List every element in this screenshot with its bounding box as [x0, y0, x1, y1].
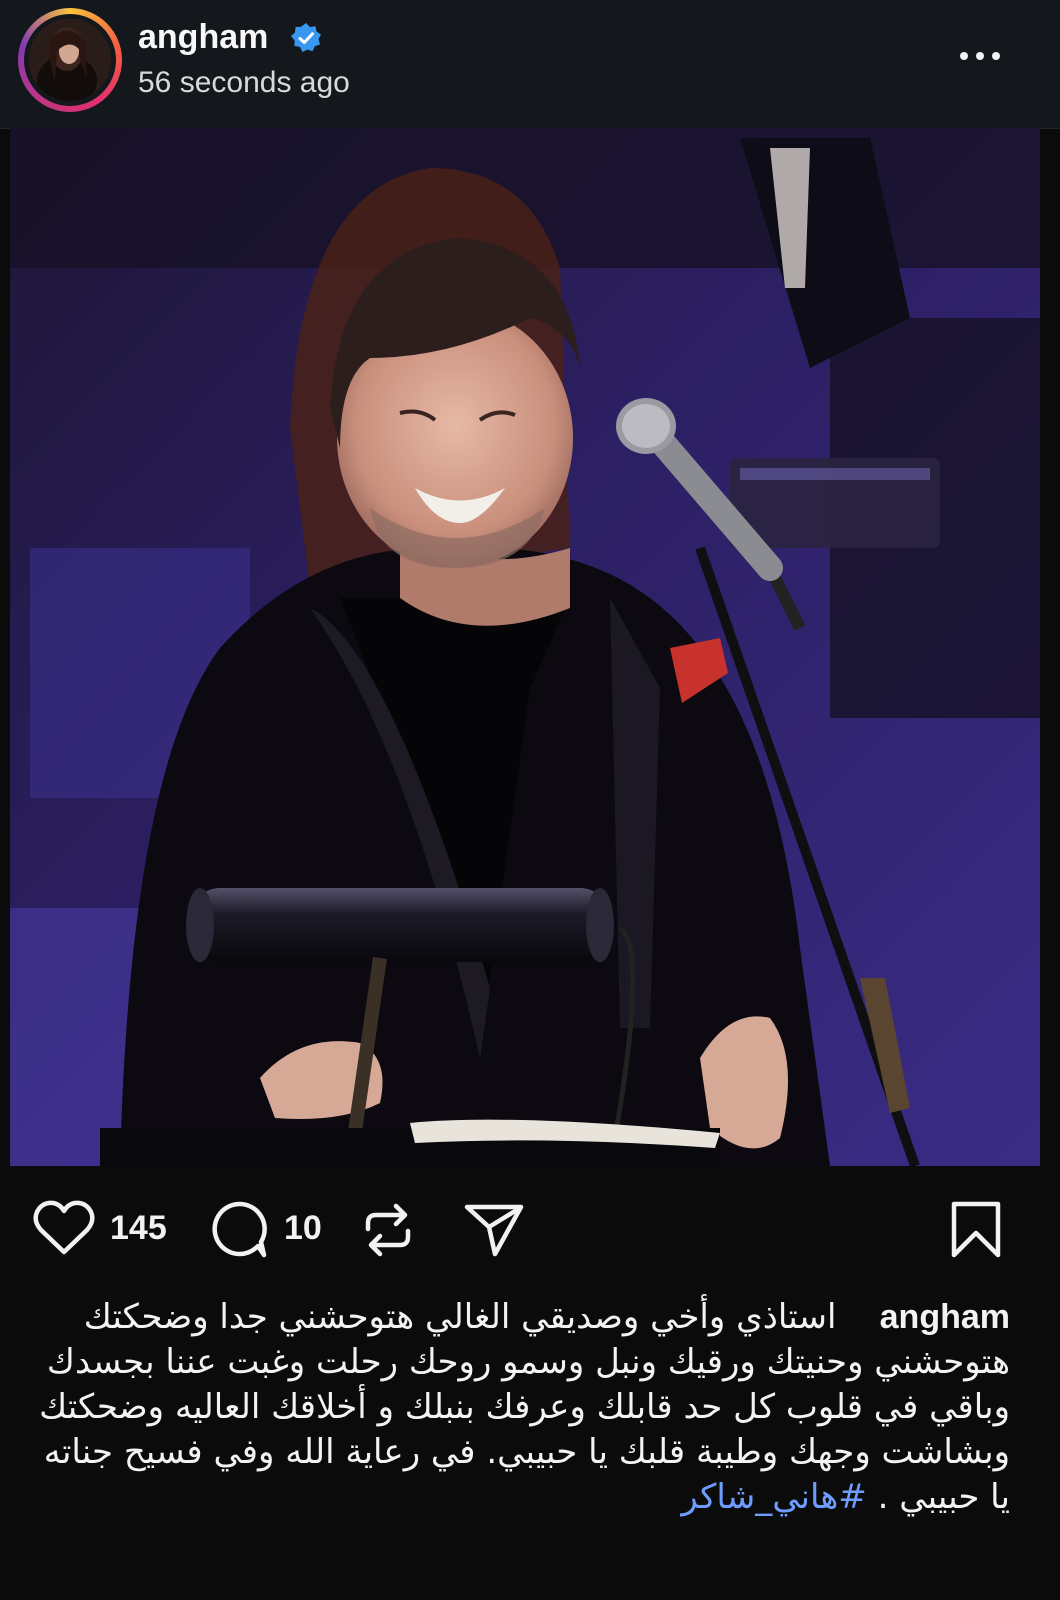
profile-photo-icon	[29, 19, 111, 101]
post-photo[interactable]	[10, 128, 1040, 1166]
post-header: angham 56 seconds ago	[0, 0, 1060, 129]
avatar[interactable]	[29, 19, 111, 101]
heart-icon[interactable]	[32, 1199, 96, 1257]
caption-hashtag[interactable]: #هاني_شاكر	[681, 1477, 866, 1517]
post-timestamp: 56 seconds ago	[138, 66, 350, 99]
concert-photo-icon	[10, 128, 1040, 1166]
ellipsis-icon[interactable]	[956, 46, 1004, 66]
caption-username[interactable]: angham	[880, 1298, 1010, 1336]
comment-icon[interactable]	[208, 1199, 270, 1261]
like-count[interactable]: 145	[110, 1209, 167, 1248]
comment-count[interactable]: 10	[284, 1209, 322, 1248]
username[interactable]: angham	[138, 18, 268, 57]
bookmark-icon[interactable]	[948, 1199, 1004, 1261]
share-icon[interactable]	[462, 1199, 526, 1259]
repost-icon[interactable]	[358, 1199, 418, 1261]
verified-badge-icon	[291, 23, 321, 52]
post-caption: angham استاذي وأخي وصديقي الغالي هتوحشني…	[30, 1295, 1010, 1535]
story-ring[interactable]	[18, 8, 122, 112]
post-actions: 145 10	[0, 1195, 1060, 1265]
